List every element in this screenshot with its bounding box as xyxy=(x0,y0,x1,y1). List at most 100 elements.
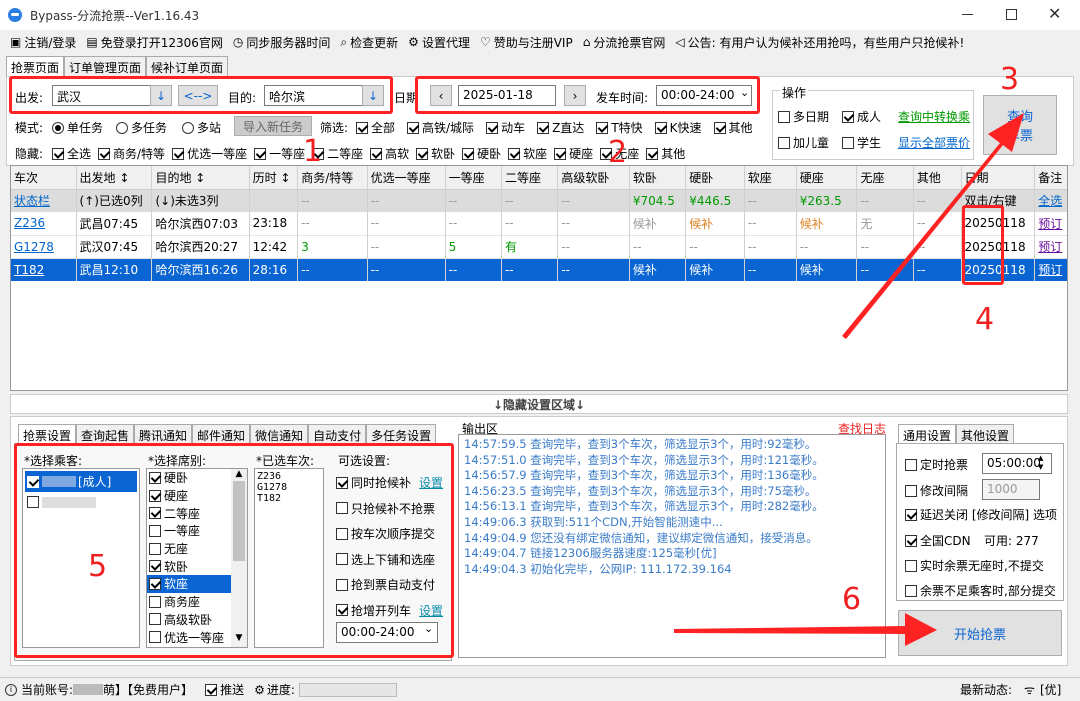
filter-checkbox[interactable]: T特快 xyxy=(596,119,643,136)
seat-item[interactable]: 优选一等座 xyxy=(147,628,231,646)
child-checkbox[interactable]: 加儿童 xyxy=(778,134,829,151)
from-dropdown-icon[interactable]: ↓ xyxy=(150,85,172,106)
column-header[interactable]: 历时 ↕ xyxy=(249,166,299,190)
adult-checkbox[interactable]: 成人 xyxy=(842,108,881,125)
hide-checkbox[interactable]: 软卧 xyxy=(416,145,455,162)
tab-orders[interactable]: 订单管理页面 xyxy=(64,56,147,78)
seat-item[interactable]: 无座 xyxy=(147,540,231,558)
option-checkbox[interactable]: 只抢候补不抢票 xyxy=(336,496,443,522)
interval-input[interactable]: 1000 xyxy=(982,479,1040,500)
table-row[interactable]: Z236 武昌07:45 哈尔滨西07:03 23:18 -- -- -- -- -- 候补 候补 -… xyxy=(11,212,1067,235)
train-number-link[interactable]: T182 xyxy=(11,258,77,281)
depart-select[interactable]: 00:00-24:00 xyxy=(656,85,752,106)
seat-item[interactable]: 软座 xyxy=(147,575,231,593)
train-number-link[interactable]: G1278 xyxy=(11,235,77,258)
tab-grab[interactable]: 抢票页面 xyxy=(6,56,65,78)
import-task-button[interactable]: 导入新任务 xyxy=(234,116,312,136)
transfer-link[interactable]: 查询中转换乘 xyxy=(898,108,970,125)
hidden-settings-toggle[interactable]: ↓隐藏设置区域↓ xyxy=(10,394,1068,414)
hide-checkbox[interactable]: 商务/特等 xyxy=(98,145,165,162)
seat-item[interactable]: 商务座 xyxy=(147,593,231,611)
passenger-item[interactable]: [成人] xyxy=(25,471,137,492)
seat-item[interactable]: 二等座 xyxy=(147,504,231,522)
column-header[interactable]: 商务/特等 xyxy=(297,166,368,190)
column-header[interactable]: 二等座 xyxy=(501,166,559,190)
table-row[interactable]: T182 武昌12:10 哈尔滨西16:26 28:16 -- -- -- -- -- 候补 候补 -… xyxy=(11,258,1067,281)
column-header[interactable]: 备注 xyxy=(1034,166,1067,190)
column-header[interactable]: 其他 xyxy=(913,166,962,190)
column-header[interactable]: 一等座 xyxy=(445,166,502,190)
partial-submit-checkbox[interactable]: 余票不足乘客时,部分提交 xyxy=(905,582,1056,599)
column-header[interactable]: 无座 xyxy=(856,166,914,190)
multi-task-radio[interactable]: 多任务 xyxy=(116,119,167,136)
column-header[interactable]: 日期 xyxy=(961,166,1036,190)
option-checkbox[interactable]: 按车次顺序提交 xyxy=(336,521,443,547)
grab-time-select[interactable]: 00:00-24:00 xyxy=(336,622,438,643)
menu-item[interactable]: ▣ 注销/登录 xyxy=(10,34,76,51)
column-header[interactable]: 车次 xyxy=(11,166,77,190)
prev-date-button[interactable]: ‹ xyxy=(430,85,452,106)
swap-button[interactable]: <--> xyxy=(178,85,218,106)
hide-checkbox[interactable]: 硬卧 xyxy=(462,145,501,162)
option-checkbox[interactable]: 同时抢候补 设置 xyxy=(336,470,443,496)
filter-checkbox[interactable]: K快速 xyxy=(654,119,702,136)
minimize-icon[interactable] xyxy=(962,14,973,15)
close-icon[interactable]: ✕ xyxy=(1048,4,1061,23)
book-link[interactable]: 预订 xyxy=(1034,258,1067,281)
column-header[interactable]: 硬卧 xyxy=(685,166,745,190)
to-dropdown-icon[interactable]: ↓ xyxy=(362,85,384,106)
multi-date-checkbox[interactable]: 多日期 xyxy=(778,108,829,125)
multi-station-radio[interactable]: 多站 xyxy=(182,119,221,136)
menu-item[interactable]: ◁ 公告: 有用户认为候补还用抢吗，有些用户只抢候补! xyxy=(675,34,964,51)
option-checkbox[interactable]: 抢到票自动支付 xyxy=(336,572,443,598)
filter-checkbox[interactable]: 其他 xyxy=(713,119,753,136)
cdn-checkbox[interactable]: 全国CDN xyxy=(905,532,971,549)
show-all-prices-link[interactable]: 显示全部票价 xyxy=(898,134,970,151)
selected-trains-list[interactable]: Z236 G1278 T182 xyxy=(254,468,324,648)
column-header[interactable]: 优选一等座 xyxy=(367,166,446,190)
passenger-item[interactable] xyxy=(25,494,137,510)
next-date-button[interactable]: › xyxy=(564,85,586,106)
filter-checkbox[interactable]: Z直达 xyxy=(537,119,584,136)
hide-checkbox[interactable]: 软座 xyxy=(508,145,547,162)
book-link[interactable]: 预订 xyxy=(1034,212,1067,235)
menu-item[interactable]: ◷ 同步服务器时间 xyxy=(233,34,331,51)
seat-item[interactable]: 硬卧 xyxy=(147,469,231,487)
start-grab-button[interactable]: 开始抢票 xyxy=(898,610,1062,656)
settings-link[interactable]: 设置 xyxy=(419,602,443,619)
hide-checkbox[interactable]: 其他 xyxy=(646,145,685,162)
menu-item[interactable]: ♡ 赞助与注册VIP xyxy=(480,34,573,51)
single-task-radio[interactable]: 单任务 xyxy=(52,119,103,136)
date-input[interactable]: 2025-01-18 xyxy=(458,85,556,106)
passenger-list[interactable]: [成人] xyxy=(22,468,140,648)
menu-item[interactable]: ⚙ 设置代理 xyxy=(408,34,470,51)
menu-item[interactable]: ⌂ 分流抢票官网 xyxy=(583,34,666,51)
hide-checkbox[interactable]: 全选 xyxy=(52,145,91,162)
seat-item[interactable]: 硬座 xyxy=(147,487,231,505)
hide-checkbox[interactable]: 高软 xyxy=(370,145,409,162)
seat-scrollbar[interactable]: ▲ ▼ xyxy=(231,469,247,647)
filter-checkbox[interactable]: 高铁/城际 xyxy=(407,119,474,136)
column-header[interactable]: 硬座 xyxy=(796,166,858,190)
maximize-icon[interactable] xyxy=(1006,9,1017,20)
column-header[interactable]: 出发地 ↕ xyxy=(76,166,153,190)
column-header[interactable]: 软卧 xyxy=(629,166,687,190)
option-checkbox[interactable]: 选上下铺和选座 xyxy=(336,547,443,573)
menu-item[interactable]: ⌕ 检查更新 xyxy=(340,34,398,51)
hide-checkbox[interactable]: 硬座 xyxy=(554,145,593,162)
tab-waitlist[interactable]: 候补订单页面 xyxy=(146,56,229,78)
interval-checkbox[interactable]: 修改间隔 xyxy=(905,482,968,499)
seat-item[interactable]: 高级软卧 xyxy=(147,611,231,629)
seat-item[interactable]: 一等座 xyxy=(147,522,231,540)
push-checkbox[interactable] xyxy=(205,683,218,696)
filter-checkbox[interactable]: 动车 xyxy=(486,119,525,136)
train-number-link[interactable]: Z236 xyxy=(11,212,77,235)
delay-close-checkbox[interactable]: 延迟关闭 [修改间隔] 选项 xyxy=(905,506,1057,523)
hide-checkbox[interactable]: 一等座 xyxy=(254,145,305,162)
status-cell[interactable]: 状态栏 xyxy=(11,189,77,212)
realtime-checkbox[interactable]: 实时余票无座时,不提交 xyxy=(905,557,1044,574)
timed-grab-checkbox[interactable]: 定时抢票 xyxy=(905,456,968,473)
hide-checkbox[interactable]: 优选一等座 xyxy=(172,145,247,162)
menu-item[interactable]: ▤ 免登录打开12306官网 xyxy=(86,34,223,51)
option-checkbox[interactable]: 抢增开列车 设置 xyxy=(336,598,443,624)
